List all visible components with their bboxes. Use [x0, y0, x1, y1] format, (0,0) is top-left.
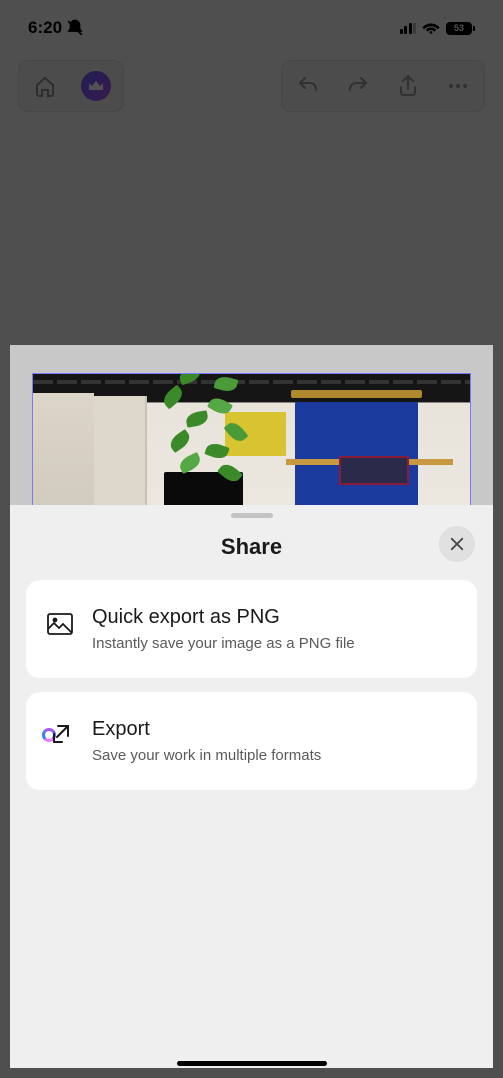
cellular-signal-icon — [400, 22, 417, 34]
option-subtitle: Save your work in multiple formats — [92, 747, 457, 764]
battery-level: 53 — [454, 23, 464, 33]
home-button[interactable] — [31, 72, 59, 100]
more-icon — [446, 74, 470, 98]
status-left: 6:20 — [28, 18, 84, 38]
app-screen: 6:20 53 — [0, 0, 503, 1078]
do-not-disturb-icon — [66, 19, 84, 37]
share-options: Quick export as PNG Instantly save your … — [10, 580, 493, 790]
premium-button[interactable] — [81, 71, 111, 101]
option-subtitle: Instantly save your image as a PNG file — [92, 635, 457, 652]
option-title: Export — [92, 718, 457, 741]
toolbar-left-group — [18, 60, 124, 112]
status-right: 53 — [400, 21, 476, 35]
redo-icon — [346, 74, 370, 98]
toolbar-right-group — [281, 60, 485, 112]
share-button[interactable] — [394, 72, 422, 100]
wifi-icon — [422, 21, 440, 35]
export-option[interactable]: Export Save your work in multiple format… — [26, 692, 477, 790]
sheet-drag-handle[interactable] — [231, 513, 273, 518]
quick-export-png-option[interactable]: Quick export as PNG Instantly save your … — [26, 580, 477, 678]
more-button[interactable] — [444, 72, 472, 100]
redo-button[interactable] — [344, 72, 372, 100]
home-icon — [33, 74, 57, 98]
battery-icon: 53 — [446, 22, 475, 35]
status-bar: 6:20 53 — [0, 0, 503, 50]
share-sheet: Share Quick export as PNG Insta — [10, 505, 493, 1068]
home-indicator[interactable] — [177, 1061, 327, 1066]
undo-icon — [296, 74, 320, 98]
sheet-title: Share — [221, 534, 282, 560]
image-icon — [46, 610, 74, 638]
option-title: Quick export as PNG — [92, 606, 457, 629]
toolbar — [0, 50, 503, 122]
status-time: 6:20 — [28, 18, 62, 38]
sheet-header: Share — [10, 530, 493, 580]
share-icon — [396, 74, 420, 98]
undo-button[interactable] — [294, 72, 322, 100]
crown-icon — [88, 79, 104, 93]
close-button[interactable] — [439, 526, 475, 562]
close-icon — [448, 535, 466, 553]
export-icon — [46, 722, 74, 750]
